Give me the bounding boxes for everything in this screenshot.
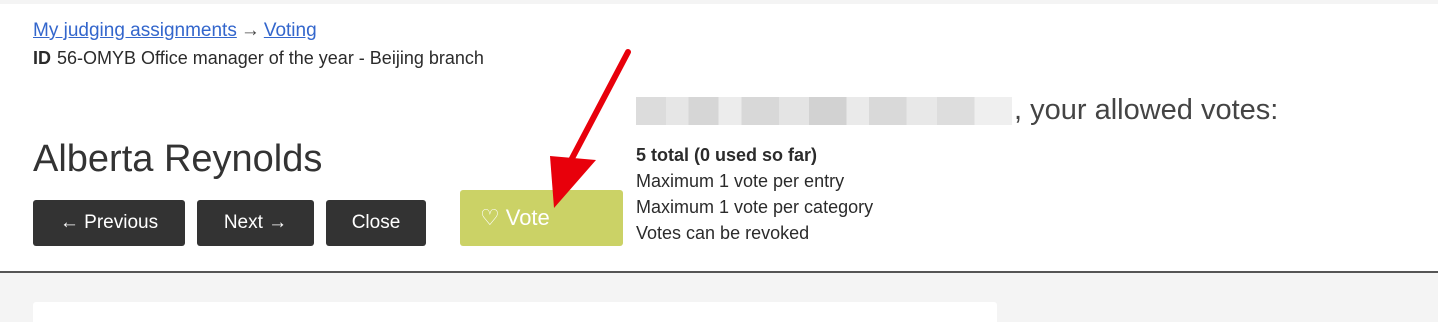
breadcrumb-separator: → [240,20,260,41]
votes-info: 5 total (0 used so far) Maximum 1 vote p… [636,142,873,246]
votes-total: 5 total (0 used so far) [636,145,818,165]
next-button[interactable]: Next → [197,200,314,246]
annotation-arrow-icon [550,49,631,208]
breadcrumb: My judging assignments → Voting [33,20,317,42]
breadcrumb-link-voting[interactable]: Voting [264,20,317,41]
entry-id-line: ID 56-OMYB Office manager of the year - B… [33,48,484,69]
entry-id-label: ID [33,48,51,68]
content-card [33,302,997,322]
votes-rule-per-entry: Maximum 1 vote per entry [636,171,845,191]
breadcrumb-link-judging-assignments[interactable]: My judging assignments [33,20,237,41]
entry-id-text: 56-OMYB Office manager of the year - Bei… [57,48,484,68]
previous-button[interactable]: ← Previous [33,200,185,246]
votes-rule-revoke: Votes can be revoked [636,223,810,243]
allowed-votes-heading-text: , your allowed votes: [1014,94,1279,126]
votes-rule-per-category: Maximum 1 vote per category [636,197,874,217]
allowed-votes-heading: , your allowed votes: [636,94,1278,127]
top-strip [0,0,1438,4]
heart-icon: ♡ [480,205,500,230]
redacted-username [636,96,1012,125]
close-button[interactable]: Close [326,200,426,246]
entrant-name: Alberta Reynolds [33,138,323,180]
